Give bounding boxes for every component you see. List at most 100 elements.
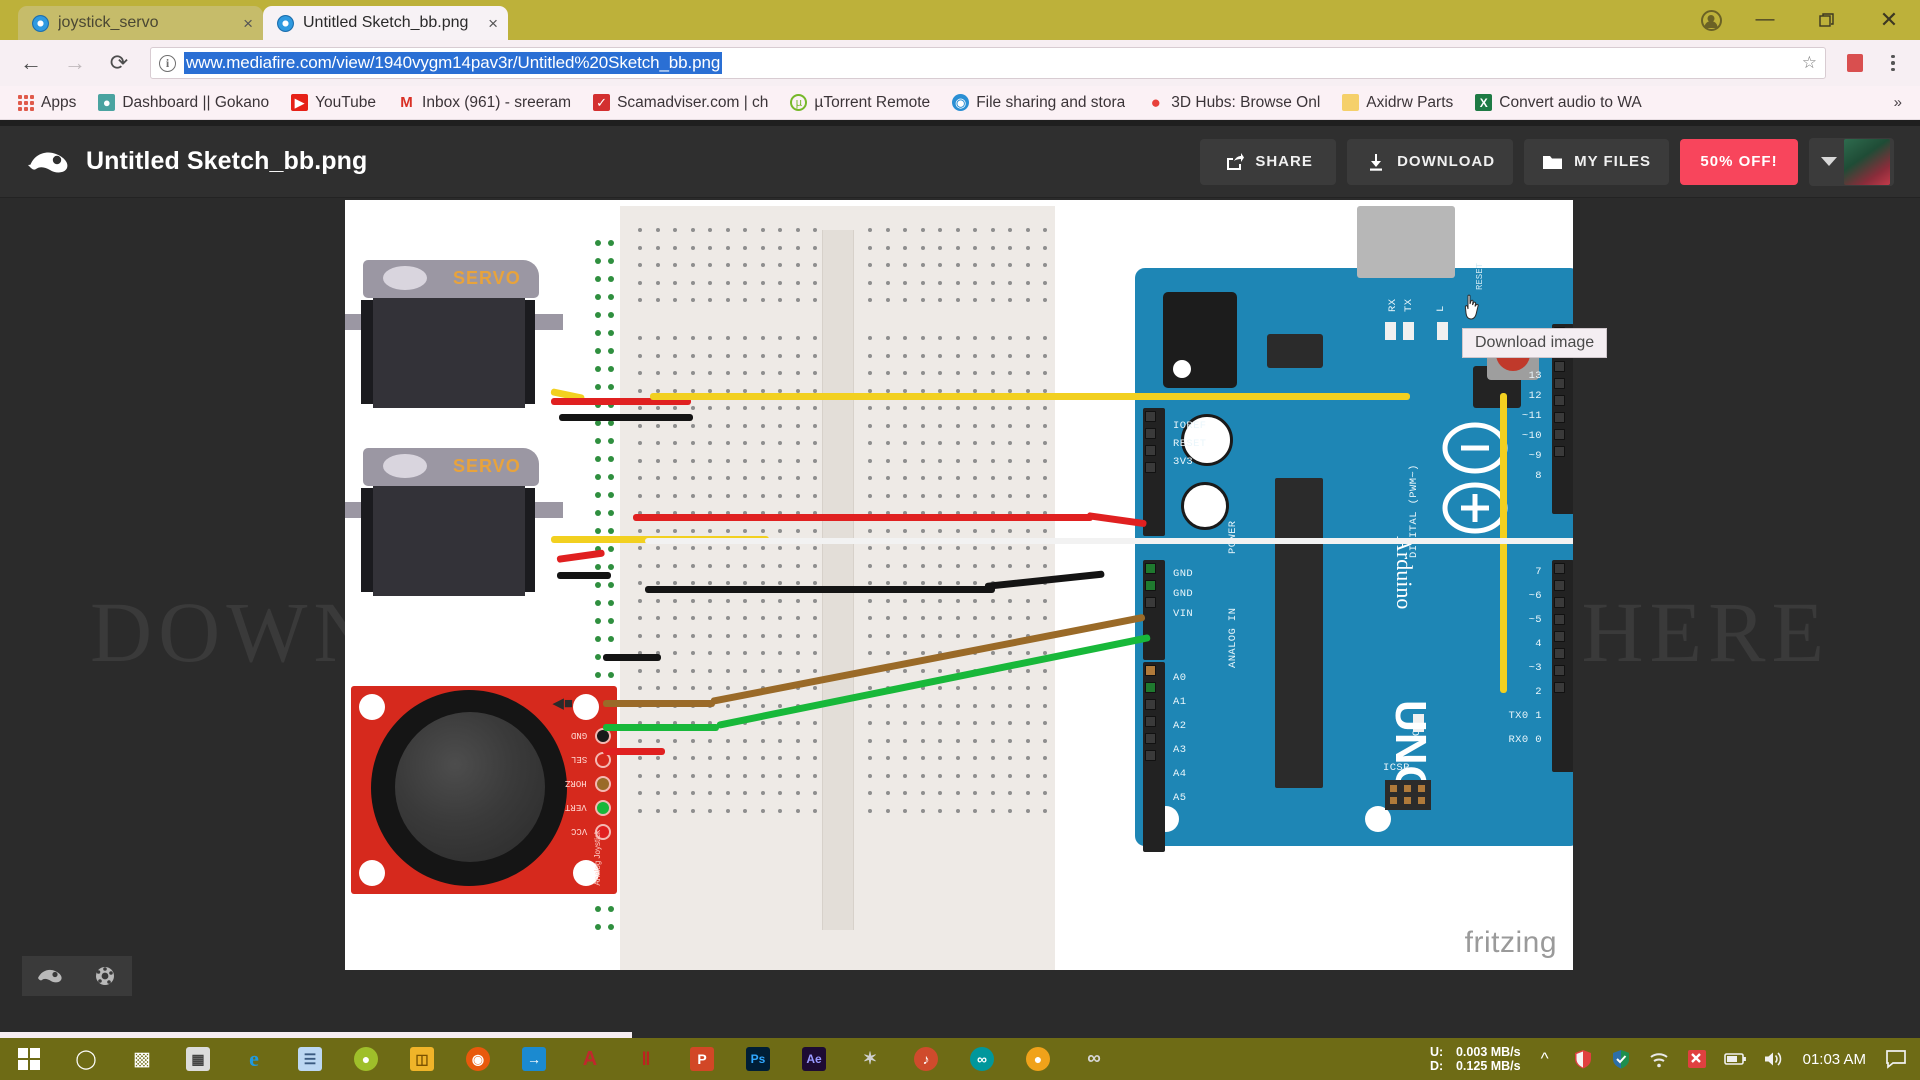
pin-label-4: 4 <box>1535 638 1542 650</box>
audacity-icon[interactable]: ♪ <box>898 1038 954 1080</box>
bookmark-star-icon[interactable]: ☆ <box>1802 53 1817 73</box>
autocad-icon[interactable]: A <box>562 1038 618 1080</box>
back-button[interactable]: ← <box>12 44 50 82</box>
explorer-icon[interactable]: ◫ <box>394 1038 450 1080</box>
bookmark-axidrw-parts[interactable]: Axidrw Parts <box>1331 88 1464 118</box>
close-button[interactable]: ✕ <box>1858 0 1920 40</box>
mediafire-logo[interactable] <box>26 145 72 179</box>
more-vertical-icon[interactable] <box>1878 46 1908 80</box>
close-icon[interactable]: × <box>243 15 253 32</box>
cortana-icon[interactable]: ◯ <box>58 1038 114 1080</box>
tab-label: joystick_servo <box>58 14 234 32</box>
settings-icon[interactable] <box>77 956 132 996</box>
joystick-pin-sel: SEL <box>571 754 587 764</box>
avatar <box>1844 139 1890 185</box>
gmail-icon: M <box>398 94 415 111</box>
bookmark-dashboard-gokano[interactable]: ● Dashboard || Gokano <box>87 88 280 118</box>
power-header-2 <box>1143 560 1165 660</box>
notification-icon[interactable] <box>1882 1045 1910 1073</box>
minimize-button[interactable]: — <box>1734 0 1796 40</box>
bookmarks-overflow-button[interactable]: » <box>1882 94 1914 111</box>
aftereffects-icon[interactable]: Ae <box>786 1038 842 1080</box>
bookmark-apps[interactable]: Apps <box>6 88 87 118</box>
maximize-button[interactable] <box>1796 0 1858 40</box>
promo-button[interactable]: 50% OFF! <box>1680 139 1798 185</box>
arduino-icon[interactable]: ∞ <box>954 1038 1010 1080</box>
task-view-icon[interactable]: ▩ <box>114 1038 170 1080</box>
powerpoint-icon[interactable]: P <box>674 1038 730 1080</box>
extension-icon[interactable] <box>1838 46 1872 80</box>
account-menu[interactable] <box>1809 138 1894 186</box>
upload-label: U: <box>1430 1045 1446 1059</box>
pin-label-gnd-2: GND <box>1173 588 1193 600</box>
wire-green-joystick-vert <box>603 724 719 731</box>
account-icon[interactable] <box>1688 0 1734 40</box>
network-speed-indicator: U: 0.003 MB/s D: 0.125 MB/s <box>1430 1045 1521 1074</box>
joystick-knob[interactable] <box>395 712 545 862</box>
transfer-icon[interactable]: → <box>506 1038 562 1080</box>
joystick-pin-vcc: VCC <box>571 826 587 836</box>
pin-label-gnd-1: GND <box>1173 568 1193 580</box>
servo-label: SERVO <box>453 456 521 477</box>
close-icon[interactable]: × <box>488 15 498 32</box>
share-label: SHARE <box>1255 153 1313 170</box>
3dhubs-icon: ● <box>1147 94 1164 111</box>
notepad-icon[interactable]: ☰ <box>282 1038 338 1080</box>
analog-joystick-module: ◀■ GND SEL HORZ VERT VCC Analog Joystick <box>351 686 617 894</box>
bookmark-utorrent-remote[interactable]: µ µTorrent Remote <box>779 88 941 118</box>
battery-icon[interactable] <box>1721 1045 1749 1073</box>
bookmarks-bar: Apps ● Dashboard || Gokano ▶ YouTube M I… <box>0 86 1920 120</box>
mini-player[interactable] <box>22 956 132 996</box>
joystick-pin-gnd: GND <box>571 730 587 740</box>
download-button[interactable]: DOWNLOAD <box>1347 139 1513 185</box>
windows-start-icon[interactable] <box>0 1038 58 1080</box>
photoshop-icon[interactable]: Ps <box>730 1038 786 1080</box>
share-button[interactable]: SHARE <box>1200 139 1336 185</box>
blender-icon[interactable]: ✶ <box>842 1038 898 1080</box>
mediafire-favicon <box>277 15 294 32</box>
edge-icon[interactable]: e <box>226 1038 282 1080</box>
usb-port <box>1357 206 1455 278</box>
pin-label-a4: A4 <box>1173 768 1186 780</box>
bookmark-youtube[interactable]: ▶ YouTube <box>280 88 387 118</box>
new-tab-button[interactable] <box>514 10 554 40</box>
reset-label: RESET <box>1475 263 1485 290</box>
defender-icon[interactable] <box>1607 1045 1635 1073</box>
shield-icon[interactable] <box>1569 1045 1597 1073</box>
volume-icon[interactable] <box>1759 1045 1787 1073</box>
promo-label: 50% OFF! <box>1700 153 1777 170</box>
servo-shaft <box>383 454 427 478</box>
image-viewer-canvas[interactable]: SERVO SERVO ◀■ <box>345 200 1573 970</box>
tray-expand-chevron-icon[interactable]: ^ <box>1531 1045 1559 1073</box>
bookmark-inbox-gmail[interactable]: M Inbox (961) - sreeram <box>387 88 582 118</box>
store-icon[interactable]: ▦ <box>170 1038 226 1080</box>
wifi-icon[interactable] <box>1645 1045 1673 1073</box>
download-value: 0.125 MB/s <box>1456 1059 1521 1073</box>
chrome-icon[interactable]: ● <box>1010 1038 1066 1080</box>
reload-button[interactable]: ⟳ <box>100 44 138 82</box>
firefox-icon[interactable]: ◉ <box>450 1038 506 1080</box>
microcontroller <box>1275 478 1323 788</box>
mediafire-icon[interactable] <box>22 956 77 996</box>
bookmark-label: Dashboard || Gokano <box>122 94 269 112</box>
power-header <box>1143 408 1165 536</box>
bookmark-3dhubs[interactable]: ● 3D Hubs: Browse Onl <box>1136 88 1331 118</box>
mediafire-taskbar-icon[interactable]: ∞ <box>1066 1038 1122 1080</box>
my-files-button[interactable]: MY FILES <box>1524 139 1669 185</box>
address-bar[interactable]: i www.mediafire.com/view/1940vygm14pav3r… <box>150 47 1826 79</box>
bookmark-file-sharing[interactable]: ◉ File sharing and stora <box>941 88 1136 118</box>
aida-icon[interactable]: ● <box>338 1038 394 1080</box>
joystick-pin-horz: HORZ <box>565 778 587 788</box>
bookmark-scamadviser[interactable]: ✓ Scamadviser.com | ch <box>582 88 779 118</box>
tab-joystick-servo[interactable]: joystick_servo × <box>18 6 263 40</box>
info-circle-icon[interactable]: i <box>159 55 176 72</box>
editor-icon[interactable]: ‖ <box>618 1038 674 1080</box>
mediafire-icon: ◉ <box>952 94 969 111</box>
forward-button[interactable]: → <box>56 44 94 82</box>
tab-untitled-sketch[interactable]: Untitled Sketch_bb.png × <box>263 6 508 40</box>
bookmark-convert-audio[interactable]: X Convert audio to WA <box>1464 88 1652 118</box>
kaspersky-icon[interactable] <box>1683 1045 1711 1073</box>
pin-label-a2: A2 <box>1173 720 1186 732</box>
url-text: www.mediafire.com/view/1940vygm14pav3r/U… <box>184 52 722 74</box>
taskbar-clock[interactable]: 01:03 AM <box>1797 1051 1872 1068</box>
